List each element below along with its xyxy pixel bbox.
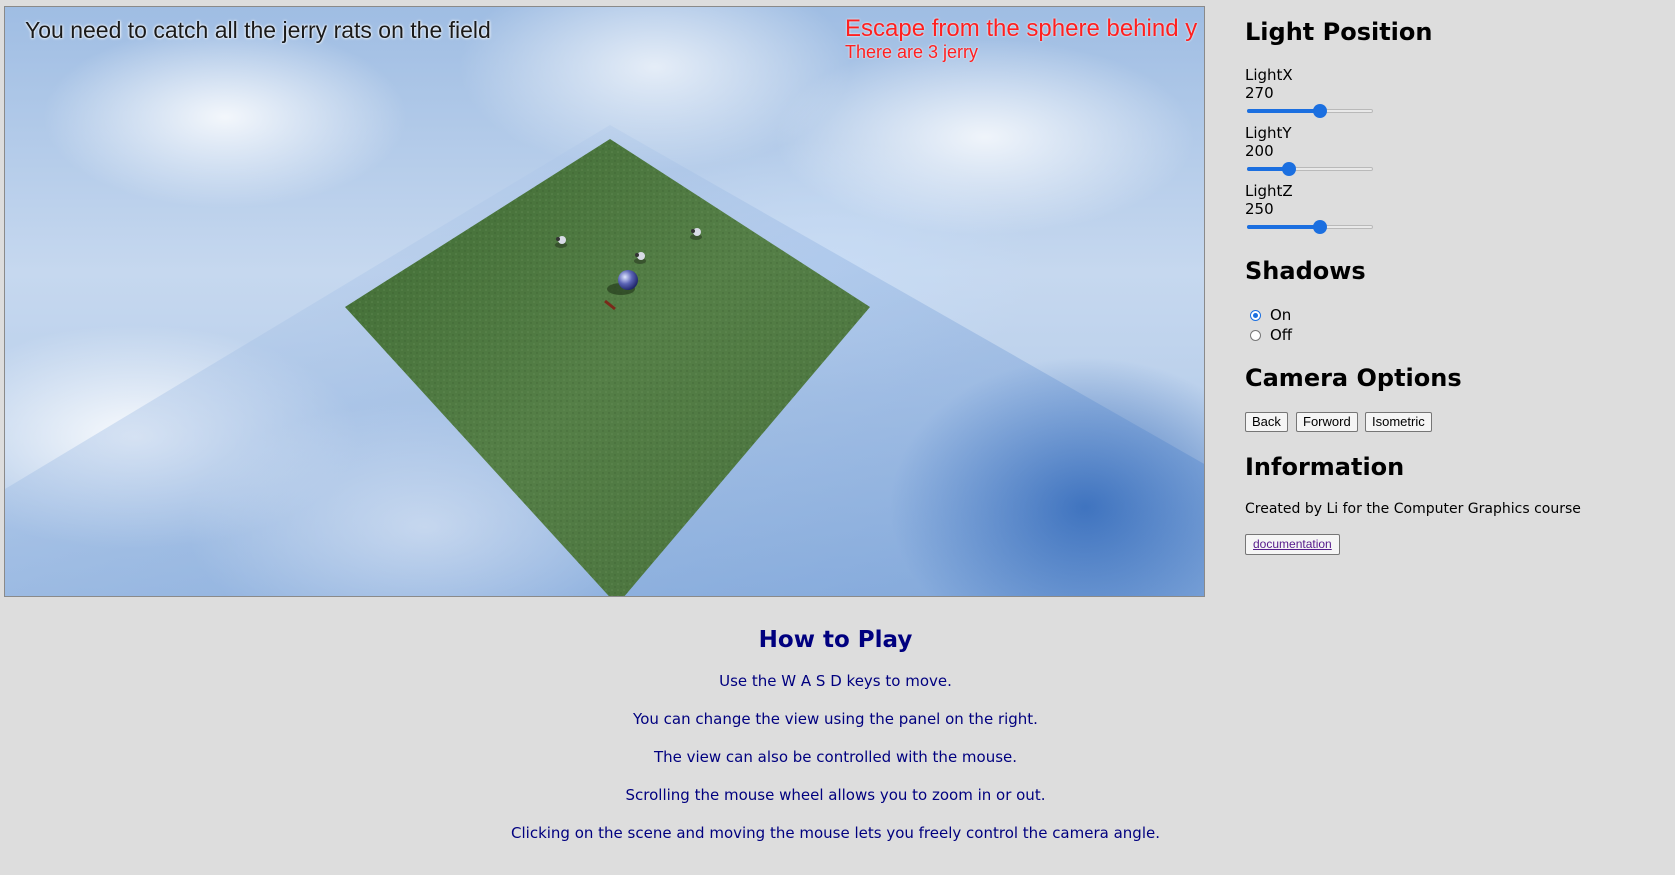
lightx-value: 270	[1245, 84, 1274, 102]
shadow-on-radio[interactable]	[1250, 309, 1261, 321]
shadow-off-radio[interactable]	[1250, 329, 1261, 341]
shadow-on-label: On	[1270, 306, 1292, 324]
objective-text: You need to catch all the jerry rats on …	[25, 17, 491, 43]
slider-thumb[interactable]	[1313, 104, 1327, 118]
lightz-slider[interactable]	[1247, 219, 1373, 235]
hud-warning: Escape from the sphere behind y There ar…	[845, 15, 1204, 62]
instruction-line: The view can also be controlled with the…	[653, 748, 1018, 766]
instruction-line: You can change the view using the panel …	[633, 710, 1038, 728]
slider-fill	[1247, 109, 1320, 113]
warning-text: Escape from the sphere behind y	[845, 15, 1198, 42]
lighty-slider[interactable]	[1247, 161, 1373, 177]
slider-thumb[interactable]	[1313, 220, 1327, 234]
how-to-play-title: How to Play	[758, 627, 913, 653]
scene-canvas[interactable]	[5, 7, 1205, 597]
camera-forward-button[interactable]: Forword	[1296, 412, 1358, 432]
information-heading: Information	[1245, 453, 1405, 481]
lightz-label: LightZ	[1245, 182, 1293, 200]
shadow-off-label: Off	[1270, 326, 1293, 344]
game-viewport[interactable]: You need to catch all the jerry rats on …	[4, 6, 1205, 597]
instruction-line: Use the W A S D keys to move.	[719, 672, 952, 690]
shadow-off-option[interactable]: Off	[1250, 326, 1292, 344]
instruction-line: Scrolling the mouse wheel allows you to …	[625, 786, 1046, 804]
lighty-label: LightY	[1245, 124, 1292, 142]
camera-options-heading: Camera Options	[1245, 364, 1462, 392]
light-position-heading: Light Position	[1245, 18, 1433, 46]
documentation-link[interactable]: documentation	[1245, 534, 1340, 555]
jerry-count-text: There are 3 jerry	[845, 42, 979, 62]
lighty-value: 200	[1245, 142, 1274, 160]
shadow-on-option[interactable]: On	[1250, 306, 1291, 324]
instruction-line: Clicking on the scene and moving the mou…	[511, 824, 1160, 842]
lightz-value: 250	[1245, 200, 1274, 218]
slider-thumb[interactable]	[1282, 162, 1296, 176]
how-to-play-section: How to Play Use the W A S D keys to move…	[4, 620, 1667, 852]
lightx-label: LightX	[1245, 66, 1293, 84]
credits-text: Created by Li for the Computer Graphics …	[1245, 501, 1581, 517]
slider-fill	[1247, 225, 1320, 229]
camera-isometric-button[interactable]: Isometric	[1365, 412, 1432, 432]
lightx-slider[interactable]	[1247, 103, 1373, 119]
camera-back-button[interactable]: Back	[1245, 412, 1288, 432]
shadows-heading: Shadows	[1245, 257, 1366, 285]
